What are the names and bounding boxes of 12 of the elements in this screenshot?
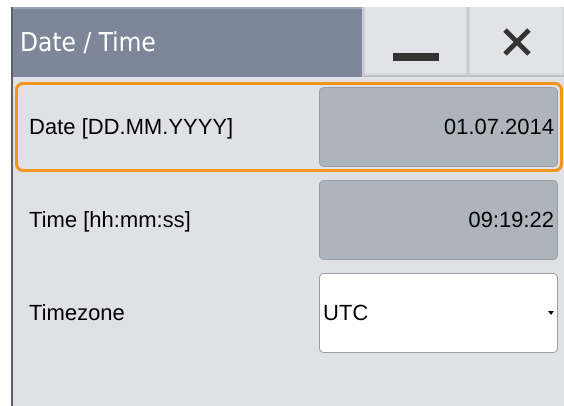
minimize-icon (392, 53, 438, 61)
timezone-dropdown[interactable]: UTC (319, 273, 558, 353)
field-label: Date [DD.MM.YYYY] (29, 114, 234, 140)
value-field[interactable]: 01.07.2014 (319, 87, 558, 167)
close-button[interactable] (467, 7, 564, 77)
field-label: Timezone (29, 300, 126, 326)
close-icon (500, 26, 532, 58)
minimize-button[interactable] (362, 7, 467, 77)
window-title: Date / Time (13, 7, 362, 77)
value-field[interactable]: 09:19:22 (319, 180, 558, 260)
field-label: Time [hh:mm:ss] (29, 207, 192, 233)
caret-icon (548, 311, 554, 315)
